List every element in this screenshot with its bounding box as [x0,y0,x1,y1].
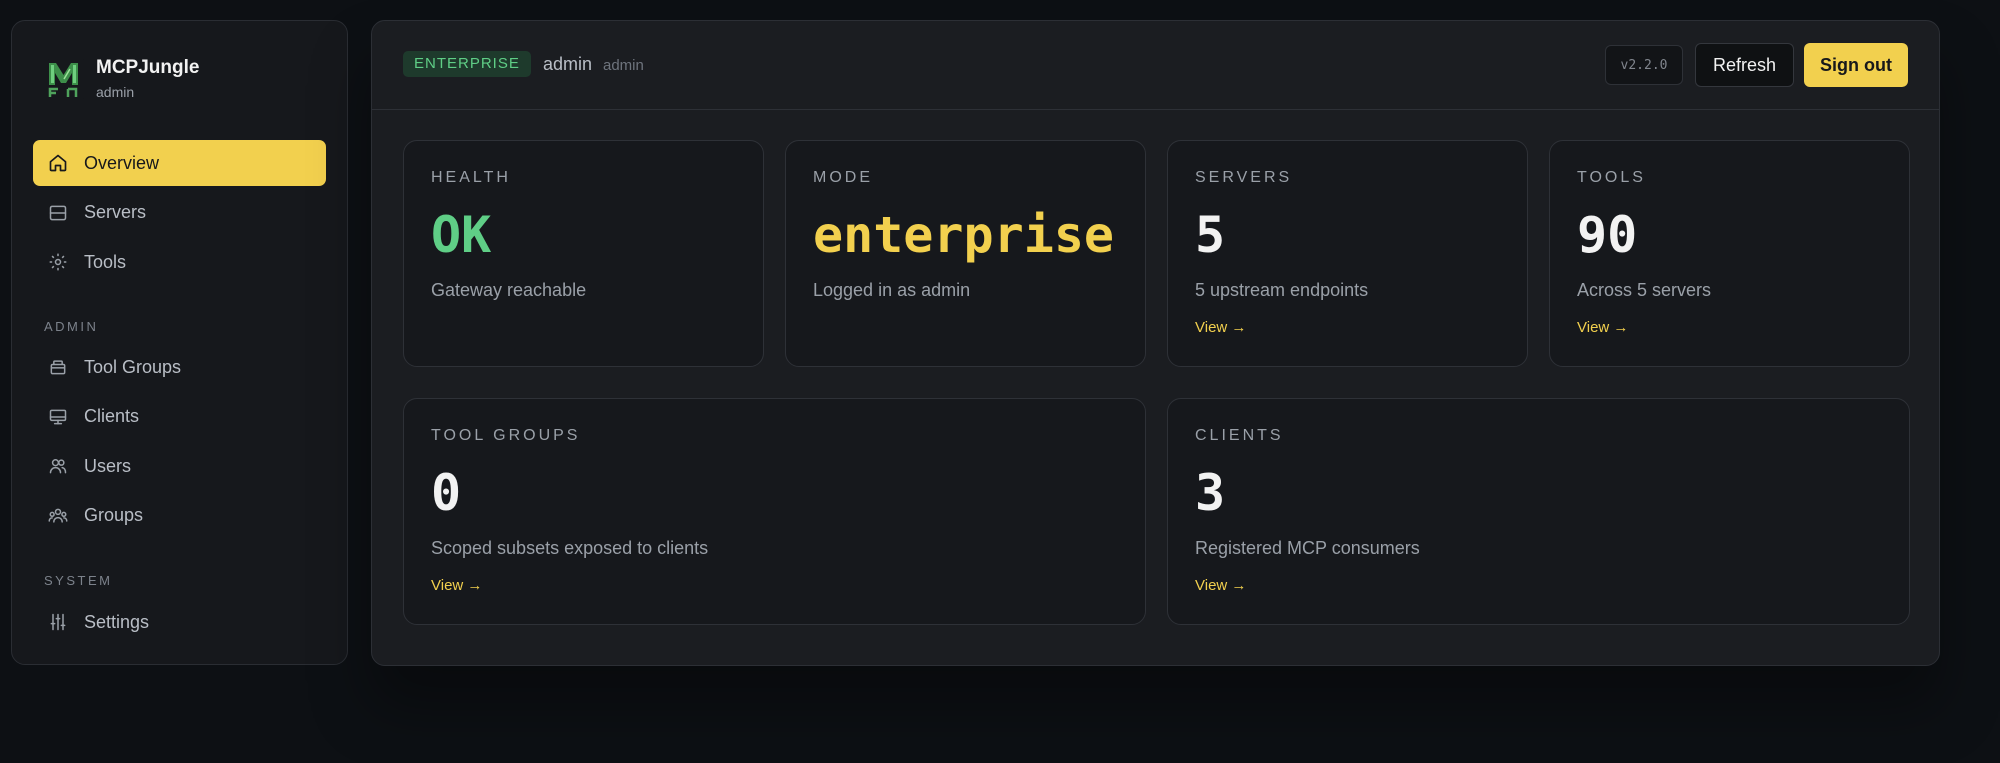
health-card: HEALTH OK Gateway reachable [403,140,764,367]
clients-card: CLIENTS 3 Registered MCP consumers View … [1167,398,1910,625]
card-label: HEALTH [431,169,511,186]
view-tool-groups-link[interactable]: View → [431,577,482,594]
sidebar-item-groups[interactable]: Groups [33,493,326,539]
card-description: Registered MCP consumers [1195,538,1420,558]
signout-button[interactable]: Sign out [1804,43,1908,87]
sidebar-item-label: Users [84,455,132,476]
card-label: MODE [813,169,873,186]
card-label: TOOLS [1577,169,1646,186]
group-icon [48,506,68,526]
user-role: admin [603,57,644,74]
view-clients-link[interactable]: View → [1195,577,1246,594]
system-nav: Settings [33,599,326,649]
sidebar-item-label: Groups [84,505,144,525]
monitor-icon [48,407,68,427]
card-label: SERVERS [1195,169,1293,186]
sidebar-item-tools[interactable]: Tools [33,239,326,285]
sidebar-item-tool-groups[interactable]: Tool Groups [33,344,326,390]
sidebar-item-overview[interactable]: Overview [33,140,326,186]
card-description: Gateway reachable [431,280,587,300]
version-badge: v2.2.0 [1605,45,1683,85]
gear-icon [48,252,68,272]
card-description: Across 5 servers [1577,280,1712,300]
sidebar-item-servers[interactable]: Servers [33,190,326,236]
home-icon [48,153,68,173]
sidebar-item-label: Tool Groups [84,356,182,377]
refresh-button[interactable]: Refresh [1695,43,1794,87]
brand-role: admin [96,84,135,100]
sidebar-item-clients[interactable]: Clients [33,394,326,440]
mode-card: MODE enterprise Logged in as admin [785,140,1146,367]
sidebar-item-label: Tools [84,251,127,272]
sidebar-item-label: Settings [84,611,150,632]
view-servers-link[interactable]: View → [1195,319,1246,336]
admin-nav: Tool Groups Clients Users Groups [33,344,326,542]
brand-name: MCPJungle [96,57,200,78]
card-description: 5 upstream endpoints [1195,280,1369,300]
package-icon [48,357,68,377]
card-value: 90 [1577,206,1638,264]
main-nav: Overview Servers Tools [33,140,326,289]
card-value: 5 [1195,206,1226,264]
mcpjungle-logo-icon [46,58,86,99]
card-value: 3 [1195,464,1226,522]
brand[interactable]: MCPJungle admin [46,57,199,100]
card-value: 0 [431,464,462,522]
tool-groups-card: TOOL GROUPS 0 Scoped subsets exposed to … [403,398,1146,625]
card-label: TOOL GROUPS [431,427,581,444]
header-bar: ENTERPRISE admin admin v2.2.0 Refresh Si… [372,21,1939,110]
edition-badge: ENTERPRISE [403,51,531,77]
view-tools-link[interactable]: View → [1577,319,1628,336]
sidebar-item-label: Clients [84,406,140,426]
card-description: Logged in as admin [813,280,971,300]
sliders-icon [48,612,68,632]
main-panel: ENTERPRISE admin admin v2.2.0 Refresh Si… [371,20,1940,666]
card-value: OK [431,206,492,264]
sidebar-item-label: Overview [84,152,160,173]
user-name: admin [543,54,593,74]
servers-card: SERVERS 5 5 upstream endpoints View → [1167,140,1528,367]
section-label-admin: ADMIN [44,319,99,334]
users-icon [48,456,68,476]
server-icon [48,203,68,223]
card-description: Scoped subsets exposed to clients [431,538,709,558]
sidebar: MCPJungle admin Overview Servers Tools A… [11,20,348,665]
sidebar-item-users[interactable]: Users [33,443,326,489]
sidebar-item-label: Servers [84,202,147,222]
sidebar-item-settings[interactable]: Settings [33,599,326,645]
card-value: enterprise [813,206,1115,264]
card-label: CLIENTS [1195,427,1284,444]
section-label-system: SYSTEM [44,573,113,588]
tools-card: TOOLS 90 Across 5 servers View → [1549,140,1910,367]
